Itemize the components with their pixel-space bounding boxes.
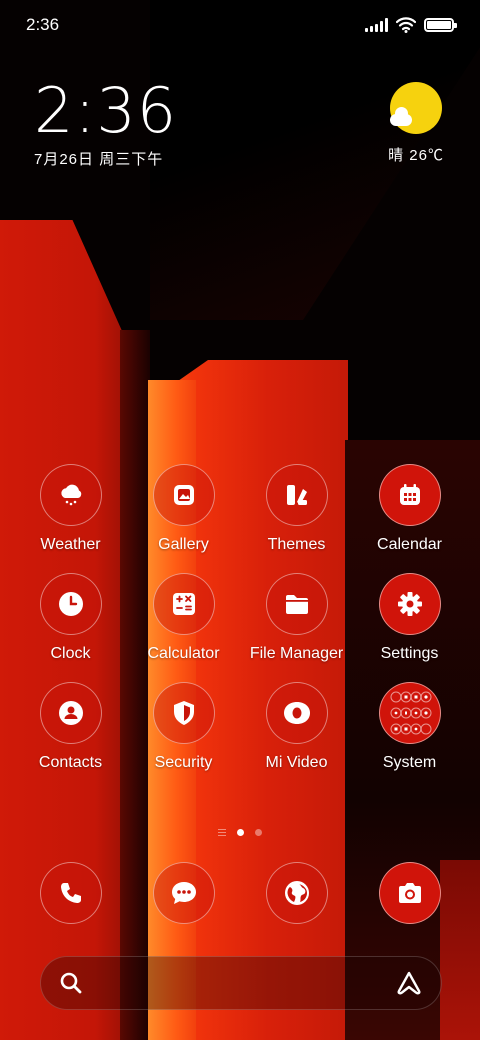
weather-icon bbox=[39, 464, 102, 526]
page-dot-active bbox=[237, 829, 244, 836]
app-label: Security bbox=[154, 754, 213, 771]
dock-phone[interactable] bbox=[14, 862, 127, 924]
app-label: Contacts bbox=[38, 754, 103, 771]
signal-icon bbox=[365, 18, 388, 32]
status-icons bbox=[365, 17, 457, 33]
app-system-folder[interactable]: System bbox=[353, 682, 466, 772]
shield-icon bbox=[152, 682, 215, 744]
sunny-partly-cloudy-icon bbox=[390, 82, 443, 134]
app-label: Mi Video bbox=[265, 754, 328, 771]
app-label: Themes bbox=[267, 536, 326, 553]
wifi-icon bbox=[396, 17, 416, 33]
app-label: Weather bbox=[40, 536, 101, 553]
app-file-manager[interactable]: File Manager bbox=[240, 573, 353, 663]
search-bar[interactable] bbox=[40, 956, 442, 1010]
contacts-icon bbox=[39, 682, 102, 744]
assistant-icon[interactable] bbox=[395, 971, 423, 995]
video-icon bbox=[265, 682, 328, 744]
calculator-icon bbox=[152, 573, 215, 635]
app-grid: Weather Gallery Themes Calendar Clock Ca… bbox=[14, 464, 466, 772]
clock-time: 2:36 bbox=[34, 74, 178, 147]
search-icon[interactable] bbox=[59, 971, 83, 995]
gallery-icon bbox=[152, 464, 215, 526]
themes-icon bbox=[265, 464, 328, 526]
app-label: Gallery bbox=[158, 536, 209, 553]
app-label: Clock bbox=[50, 645, 91, 662]
weather-widget[interactable]: 晴 26℃ bbox=[388, 82, 444, 165]
app-label: Settings bbox=[380, 645, 439, 662]
app-clock[interactable]: Clock bbox=[14, 573, 127, 663]
clock-widget[interactable]: 2:36 7月26日 周三下午 bbox=[34, 80, 177, 169]
app-gallery[interactable]: Gallery bbox=[127, 464, 240, 554]
app-label: Calculator bbox=[147, 645, 220, 662]
app-themes[interactable]: Themes bbox=[240, 464, 353, 554]
messages-icon bbox=[152, 862, 215, 924]
app-calendar[interactable]: Calendar bbox=[353, 464, 466, 554]
app-weather[interactable]: Weather bbox=[14, 464, 127, 554]
clock-icon bbox=[39, 573, 102, 635]
dock-browser[interactable] bbox=[240, 862, 353, 924]
calendar-icon bbox=[378, 464, 441, 526]
camera-icon bbox=[378, 862, 441, 924]
browser-globe-icon bbox=[265, 862, 328, 924]
page-indicator-list-icon bbox=[218, 829, 226, 836]
phone-icon bbox=[39, 862, 102, 924]
battery-icon bbox=[424, 18, 457, 32]
gear-icon bbox=[378, 573, 441, 635]
app-security[interactable]: Security bbox=[127, 682, 240, 772]
status-time: 2:36 bbox=[26, 15, 60, 34]
app-label: Calendar bbox=[377, 536, 442, 553]
page-indicator[interactable] bbox=[0, 829, 480, 836]
status-bar: 2:36 bbox=[0, 0, 480, 50]
weather-summary: 晴 26℃ bbox=[388, 147, 444, 164]
clock-date: 7月26日 周三下午 bbox=[34, 151, 164, 168]
dock-camera[interactable] bbox=[353, 862, 466, 924]
app-calculator[interactable]: Calculator bbox=[127, 573, 240, 663]
app-contacts[interactable]: Contacts bbox=[14, 682, 127, 772]
app-label: System bbox=[382, 754, 437, 771]
folder-grid-icon bbox=[378, 682, 441, 744]
folder-icon bbox=[265, 573, 328, 635]
app-mi-video[interactable]: Mi Video bbox=[240, 682, 353, 772]
dock bbox=[14, 862, 466, 924]
app-label: File Manager bbox=[249, 645, 344, 662]
app-settings[interactable]: Settings bbox=[353, 573, 466, 663]
dock-messages[interactable] bbox=[127, 862, 240, 924]
page-dot bbox=[255, 829, 262, 836]
